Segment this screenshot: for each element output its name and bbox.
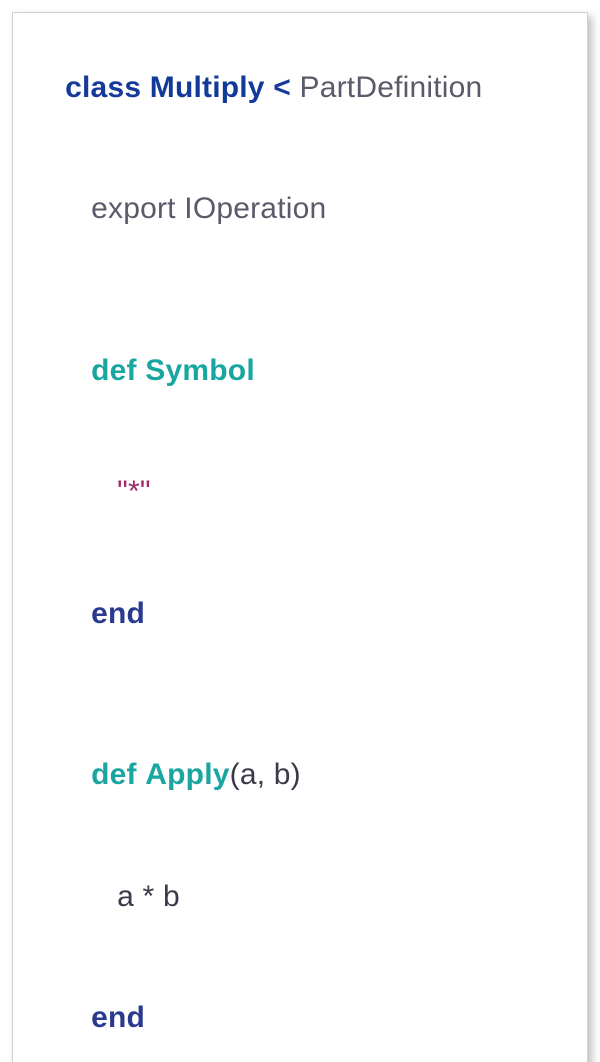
- method-body: a * b: [117, 880, 180, 913]
- keyword-end: end: [91, 1001, 145, 1034]
- method-name-symbol: Symbol: [145, 354, 255, 387]
- blank-line: [31, 270, 569, 310]
- keyword-def: def: [91, 758, 137, 791]
- code-line-end-symbol: end: [31, 553, 569, 675]
- superclass-name: PartDefinition: [300, 71, 483, 104]
- method-name-apply: Apply: [145, 758, 229, 791]
- method-params: (a, b): [230, 758, 301, 791]
- keyword-end: end: [91, 597, 145, 630]
- code-panel: class Multiply < PartDefinition export I…: [12, 12, 588, 1062]
- string-literal: "*": [117, 475, 151, 508]
- code-line-apply-body: a * b: [31, 836, 569, 958]
- less-than-sign: <: [273, 71, 291, 104]
- code-line-export: export IOperation: [31, 149, 569, 271]
- code-line-def-symbol: def Symbol: [31, 310, 569, 432]
- keyword-class: class: [65, 71, 141, 104]
- code-line-end-apply: end: [31, 958, 569, 1062]
- code-line-symbol-literal: "*": [31, 432, 569, 554]
- code-line-def-apply: def Apply(a, b): [31, 715, 569, 837]
- keyword-def: def: [91, 354, 137, 387]
- blank-line: [31, 675, 569, 715]
- keyword-export: export: [91, 192, 176, 225]
- class-name: Multiply: [150, 71, 265, 104]
- code-line-class: class Multiply < PartDefinition: [31, 27, 569, 149]
- export-name: IOperation: [184, 192, 326, 225]
